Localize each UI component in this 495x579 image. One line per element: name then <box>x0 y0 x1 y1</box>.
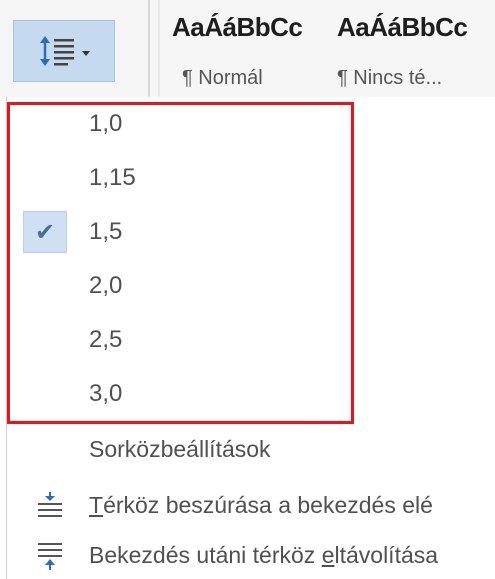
style-name: ¶ Nincs té... <box>337 67 443 89</box>
ribbon-divider <box>158 0 160 97</box>
add-space-before-icon <box>37 491 63 524</box>
remove-space-after-item[interactable]: Bekezdés utáni térköz eltávolítása <box>7 530 487 579</box>
chevron-down-icon <box>82 50 90 56</box>
label-text: Bekezdés utáni térköz <box>89 541 322 568</box>
style-no-spacing[interactable]: AaÁáBbCc ¶ Nincs té... <box>337 0 487 97</box>
remove-space-after-icon <box>37 541 63 576</box>
highlight-frame <box>7 102 354 424</box>
accelerator-key: e <box>321 541 335 568</box>
ribbon-divider <box>148 0 150 97</box>
line-spacing-options-label: Sorközbeállítások <box>89 435 271 462</box>
style-sample: AaÁáBbCc <box>337 12 468 42</box>
label-text: érköz beszúrása a bekezdés elé <box>103 491 433 518</box>
style-name: ¶ Normál <box>182 67 263 89</box>
remove-space-after-label: Bekezdés utáni térköz eltávolítása <box>89 542 438 569</box>
ribbon: AaÁáBbCc ¶ Normál AaÁáBbCc ¶ Nincs té... <box>0 0 495 97</box>
label-text: ltávolítása <box>334 541 439 568</box>
line-paragraph-spacing-icon <box>38 34 76 68</box>
accelerator-key: T <box>89 491 104 518</box>
line-spacing-button[interactable] <box>13 20 115 82</box>
style-sample: AaÁáBbCc <box>172 12 303 42</box>
line-spacing-options-item[interactable]: Sorközbeállítások <box>7 424 487 474</box>
style-normal[interactable]: AaÁáBbCc ¶ Normál <box>172 0 322 97</box>
add-space-before-item[interactable]: Térköz beszúrása a bekezdés elé <box>7 480 487 530</box>
add-space-before-label: Térköz beszúrása a bekezdés elé <box>89 492 433 519</box>
